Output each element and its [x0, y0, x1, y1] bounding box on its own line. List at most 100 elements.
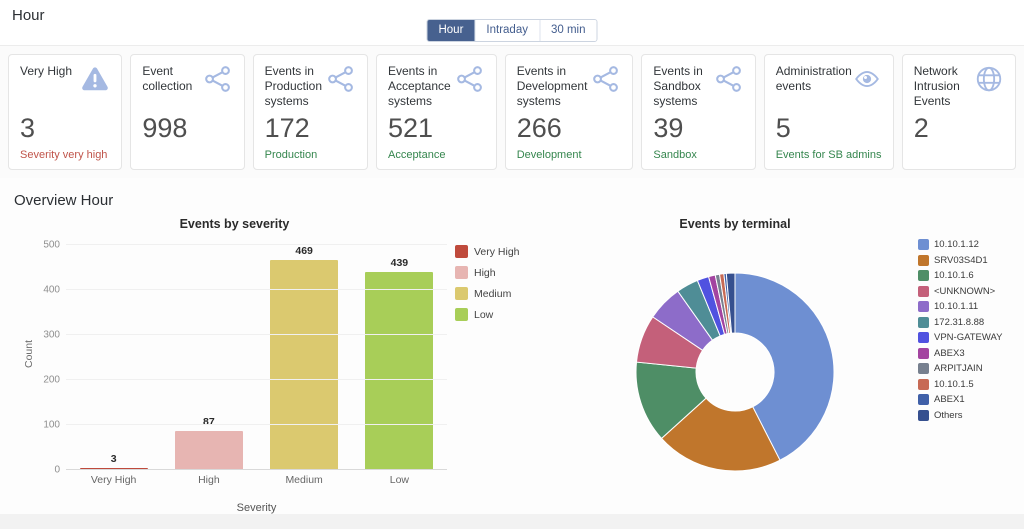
- legend-label: Medium: [474, 287, 512, 300]
- gridline: [66, 334, 447, 335]
- legend-label: Very High: [474, 245, 520, 258]
- kpi-card-very-high[interactable]: Very High 3 Severity very high: [8, 54, 123, 170]
- time-range-tabs: Hour Intraday 30 min: [426, 19, 598, 42]
- bar-value-label: 469: [295, 245, 313, 257]
- donut-chart-events-by-terminal: Events by terminal 10.10.1.12 SRV03S4D1 10…: [540, 217, 1024, 514]
- kpi-title: Events in Development systems: [516, 64, 588, 108]
- dashboard-page: Hour Hour Intraday 30 min Very High 3 Se…: [0, 0, 1024, 529]
- kpi-footer: [142, 149, 232, 162]
- legend-label: Low: [474, 308, 494, 321]
- bar-very-high[interactable]: 3: [66, 245, 161, 470]
- kpi-card-development-events[interactable]: Events in Development systems 266 Develo…: [504, 54, 634, 170]
- legend-swatch: [918, 285, 929, 297]
- legend-item-medium[interactable]: Medium: [455, 287, 520, 300]
- share-icon: [591, 64, 621, 94]
- x-axis-title: Severity: [236, 502, 277, 514]
- kpi-value: 172: [264, 113, 310, 143]
- legend-label: 10.10.1.6: [934, 270, 974, 281]
- y-tick-label: 200: [43, 374, 60, 386]
- bar-chart-title: Events by severity: [179, 217, 290, 231]
- kpi-footer: [914, 149, 1004, 162]
- legend-item-others[interactable]: Others: [918, 409, 1024, 421]
- globe-icon: [974, 64, 1004, 94]
- legend-item-srv03s4d1[interactable]: SRV03S4D1: [918, 254, 1024, 266]
- share-icon: [455, 64, 485, 94]
- legend-item-10.10.1.5[interactable]: 10.10.1.5: [918, 378, 1024, 390]
- bar-chart-legend: Very High High Medium Low: [455, 245, 520, 514]
- kpi-footer: Production: [264, 149, 318, 161]
- kpi-card-event-collection[interactable]: Event collection 998: [130, 54, 245, 170]
- kpi-title: Events in Acceptance systems: [387, 64, 451, 108]
- legend-label: 10.10.1.5: [934, 378, 974, 390]
- kpi-card-acceptance-events[interactable]: Events in Acceptance systems 521 Accepta…: [375, 54, 497, 170]
- kpi-card-production-events[interactable]: Events in Production systems 172 Product…: [252, 54, 368, 170]
- kpi-card-network-intrusion[interactable]: Network Intrusion Events 2: [901, 54, 1017, 170]
- y-tick-label: 300: [43, 329, 60, 341]
- kpi-title: Administration events: [775, 64, 852, 93]
- bar-rect[interactable]: [174, 430, 243, 470]
- kpi-value: 266: [516, 113, 562, 143]
- bottom-strip: [0, 514, 1024, 529]
- legend-label: 10.10.1.11: [934, 301, 979, 312]
- legend-item--unknown-[interactable]: <UNKNOWN>: [918, 285, 1024, 297]
- kpi-cards-row: Very High 3 Severity very high Event col…: [0, 46, 1024, 178]
- gridline: [66, 469, 447, 470]
- legend-swatch: [918, 332, 929, 343]
- page-title: Hour: [12, 7, 45, 24]
- legend-swatch: [918, 239, 929, 250]
- kpi-value: 521: [387, 113, 434, 143]
- legend-label: Others: [934, 409, 963, 421]
- kpi-card-administration-events[interactable]: Administration events 5 Events for SB ad…: [763, 54, 894, 170]
- bar-high[interactable]: 87: [161, 245, 256, 470]
- donut-chart[interactable]: [634, 271, 836, 473]
- donut-chart-legend: 10.10.1.12 SRV03S4D1 10.10.1.6 <UNKNOWN> 10.…: [918, 239, 1024, 514]
- bar-columns: 3 87 469 439: [66, 245, 447, 470]
- x-tick-label: High: [198, 474, 220, 486]
- legend-item-low[interactable]: Low: [455, 308, 520, 321]
- legend-label: 10.10.1.12: [934, 239, 979, 250]
- kpi-card-sandbox-events[interactable]: Events in Sandbox systems 39 Sandbox: [641, 54, 756, 170]
- legend-swatch: [918, 254, 929, 266]
- kpi-title: Event collection: [142, 64, 193, 93]
- x-tick-label: Very High: [90, 474, 137, 486]
- legend-swatch: [918, 409, 929, 421]
- legend-label: ARPITJAIN: [934, 363, 983, 374]
- legend-swatch: [918, 316, 929, 328]
- legend-item-high[interactable]: High: [455, 266, 520, 279]
- bar-rect[interactable]: [270, 260, 339, 470]
- x-tick-label: Medium: [285, 474, 323, 486]
- kpi-footer: Sandbox: [653, 149, 697, 161]
- legend-item-10.10.1.11[interactable]: 10.10.1.11: [918, 301, 1024, 312]
- bar-medium[interactable]: 469: [257, 245, 352, 470]
- legend-item-abex1[interactable]: ABEX1: [918, 394, 1024, 405]
- legend-item-172.31.8.88[interactable]: 172.31.8.88: [918, 316, 1024, 328]
- legend-item-very-high[interactable]: Very High: [455, 245, 520, 258]
- legend-item-10.10.1.6[interactable]: 10.10.1.6: [918, 270, 1024, 281]
- gridline: [66, 424, 447, 425]
- tab-hour[interactable]: Hour: [427, 20, 476, 41]
- legend-item-vpn-gateway[interactable]: VPN-GATEWAY: [918, 332, 1024, 343]
- legend-label: High: [474, 266, 496, 279]
- bar-plot[interactable]: 3 87 469 439: [66, 244, 447, 470]
- legend-item-10.10.1.12[interactable]: 10.10.1.12: [918, 239, 1024, 250]
- tab-30min[interactable]: 30 min: [539, 20, 597, 41]
- section-title: Overview Hour: [14, 192, 114, 209]
- kpi-footer: Development: [516, 149, 582, 161]
- y-tick-label: 500: [43, 239, 60, 251]
- legend-swatch: [455, 287, 468, 300]
- kpi-footer: Acceptance: [387, 149, 446, 161]
- charts-row: Events by severity Count 0 100 200 300 400 50…: [0, 217, 1024, 514]
- legend-swatch: [918, 394, 929, 405]
- gridline: [66, 379, 447, 380]
- share-icon: [326, 64, 356, 94]
- legend-item-arpitjain[interactable]: ARPITJAIN: [918, 363, 1024, 374]
- tab-intraday[interactable]: Intraday: [475, 20, 540, 41]
- bar-rect[interactable]: [365, 272, 434, 470]
- legend-swatch: [918, 270, 929, 281]
- legend-swatch: [918, 378, 929, 390]
- bar-low[interactable]: 439: [352, 245, 447, 470]
- bar-value-label: 439: [390, 257, 409, 270]
- legend-item-abex3[interactable]: ABEX3: [918, 347, 1024, 359]
- share-icon: [714, 64, 744, 94]
- warning-icon: [80, 64, 110, 94]
